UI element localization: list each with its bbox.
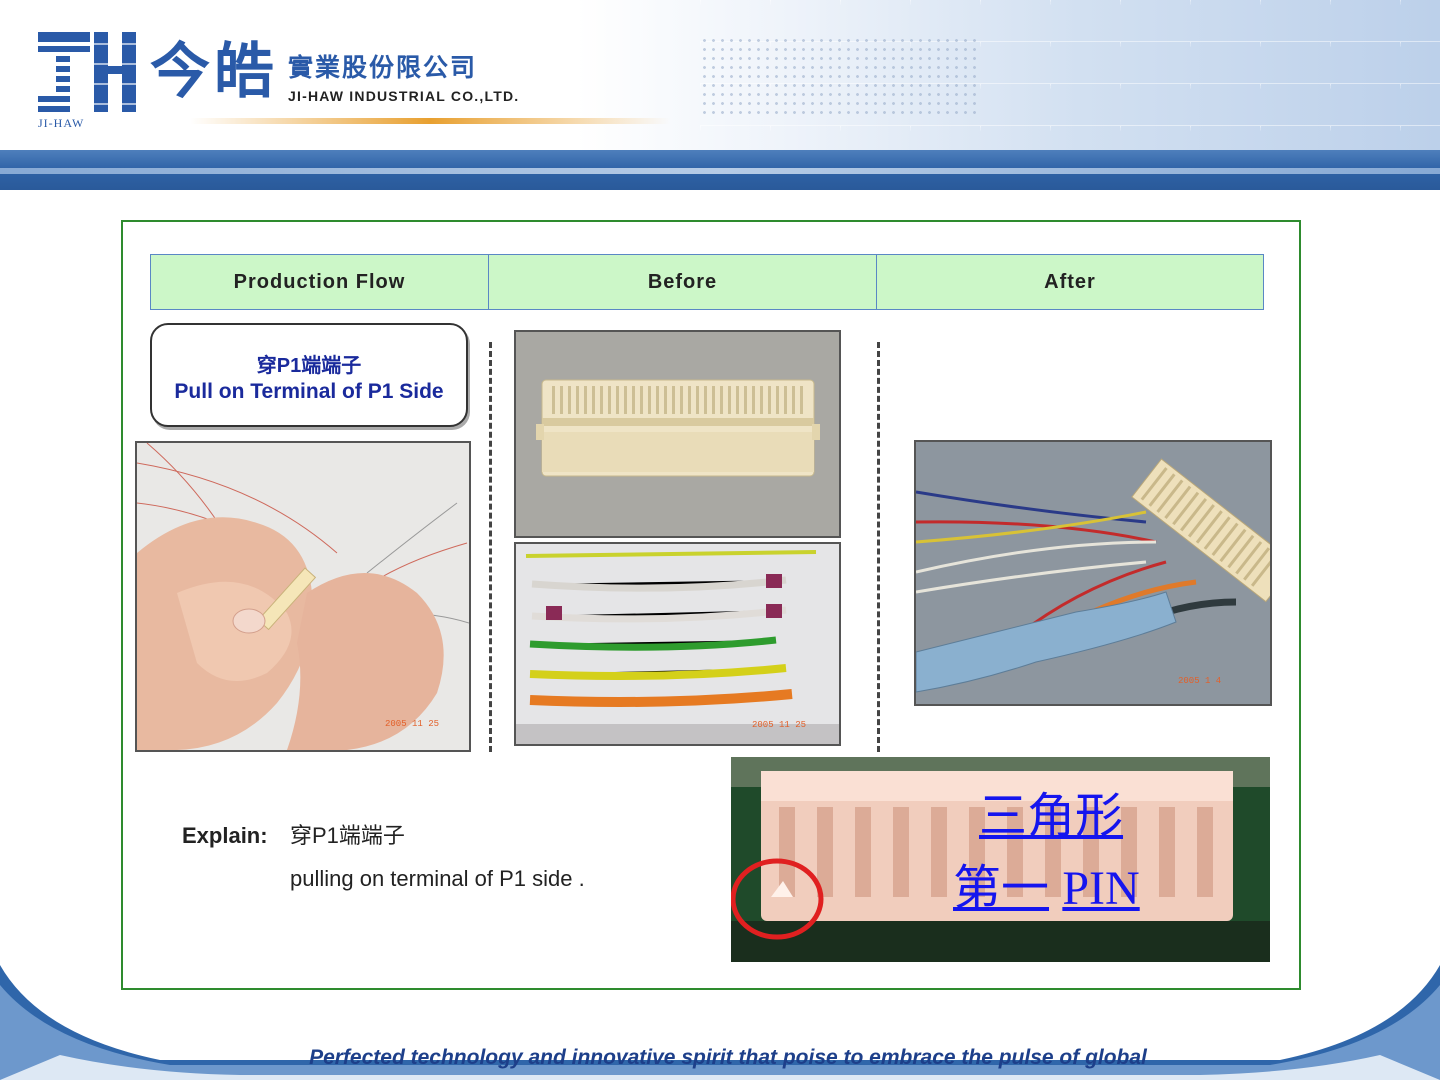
first-pin-circle-marker	[731, 858, 824, 940]
logo-subtext: JI-HAW	[38, 116, 85, 130]
after-assembly-image	[916, 442, 1270, 704]
annotation-first-pin-en-link[interactable]: PIN	[1062, 862, 1139, 915]
company-name-cn-sub: 實業股份限公司	[288, 54, 478, 82]
explain-line-1: Explain: 穿P1端端子	[182, 818, 405, 850]
annotation-triangle-link[interactable]: 三角形	[979, 790, 1123, 843]
header-production-flow: Production Flow	[151, 255, 489, 309]
header-before: Before	[489, 255, 877, 309]
connector-closeup: 三角形 第一 PIN	[731, 757, 1270, 962]
flow-table-header: Production Flow Before After	[150, 254, 1264, 310]
divider-dashed-1	[489, 342, 492, 752]
step-title-cn: 穿P1端端子	[256, 355, 362, 377]
wire-bundles-image	[516, 544, 839, 744]
header-banner: JI-HAW 今皓 實業股份限公司 JI-HAW INDUSTRIAL CO.,…	[0, 0, 1440, 190]
date-stamp-hands: 2005 11 25	[385, 719, 440, 729]
divider-dashed-2	[877, 342, 880, 752]
logo-underline	[190, 118, 670, 124]
explain-text-en: pulling on terminal of P1 side .	[290, 866, 585, 891]
photo-wire-bundles: 2005 11 25	[514, 542, 841, 746]
company-logo-icon	[36, 32, 138, 112]
hands-image	[137, 443, 469, 750]
photo-hands-pulling: 2005 11 25	[135, 441, 471, 752]
header-bar-highlight	[0, 168, 1440, 174]
explain-text-cn: 穿P1端端子	[290, 823, 405, 848]
company-name-cn: 今皓	[150, 38, 278, 105]
step-title-box: 穿P1端端子 Pull on Terminal of P1 Side	[150, 323, 468, 427]
connector-housing-image	[516, 332, 839, 536]
company-name-en: JI-HAW INDUSTRIAL CO.,LTD.	[288, 88, 520, 104]
header-after: After	[1044, 270, 1096, 293]
explain-label: Explain:	[182, 823, 268, 848]
photo-connector-housing	[514, 330, 841, 538]
footer-slogan: Perfected technology and innovative spir…	[309, 1046, 1147, 1069]
annotation-first-pin-cn-link[interactable]: 第一	[953, 862, 1049, 915]
header-dots-decoration	[700, 36, 980, 116]
photo-after-assembly: 2005 1 4	[914, 440, 1272, 706]
step-title-en: Pull on Terminal of P1 Side	[174, 380, 444, 403]
date-stamp-after: 2005 1 4	[1178, 676, 1222, 686]
date-stamp-wires: 2005 11 25	[752, 720, 807, 730]
